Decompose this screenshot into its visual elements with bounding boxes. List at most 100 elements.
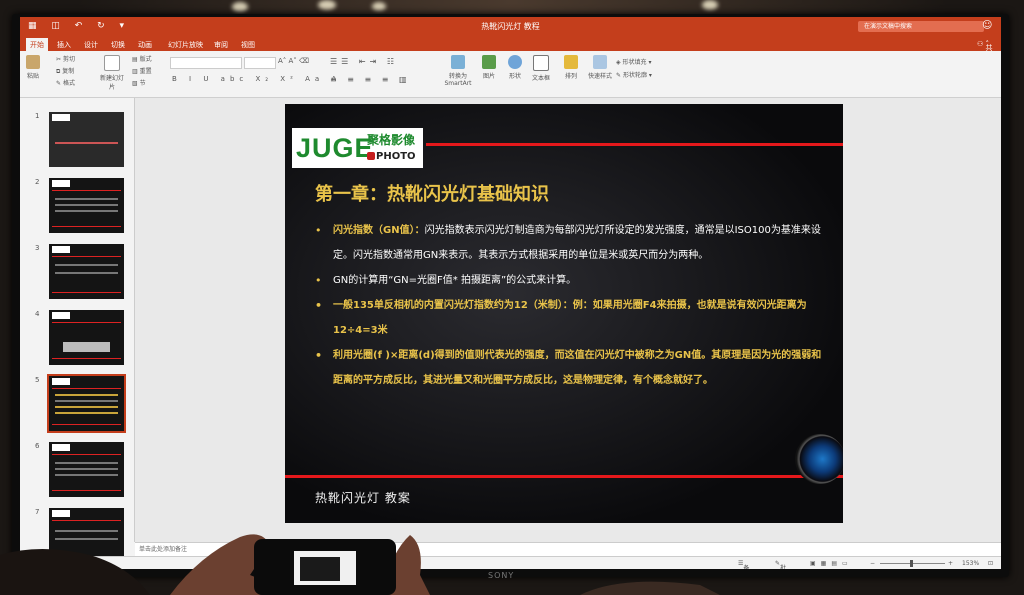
ceiling-light	[232, 2, 248, 12]
textbox-button[interactable]: 文本框	[532, 55, 550, 82]
arrange-label: 排列	[564, 73, 577, 80]
thumbnail-text	[55, 204, 118, 206]
phone-screen	[294, 551, 356, 585]
clipboard-icon	[26, 55, 40, 69]
logo-photo: PHOTO	[376, 151, 416, 162]
quick-styles-label: 快速样式	[588, 73, 613, 80]
shape-fill-label: 形状填充	[622, 59, 647, 66]
thumbnail-rule	[52, 190, 121, 191]
smartart-label: 转换为SmartArt	[444, 73, 472, 87]
thumbnail-number: 4	[35, 310, 40, 318]
search-input[interactable]: 在演示文稿中搜索	[858, 21, 984, 32]
thumbnail-text	[55, 412, 118, 414]
textbox-label: 文本框	[532, 75, 551, 82]
shape-button[interactable]: 形状	[508, 55, 522, 80]
bullet-built-in-flash: 一般135单反相机的内置闪光灯指数约为12（米制）：例：如果用光圈F4来拍摄，也…	[315, 293, 825, 343]
copy-button[interactable]: ⧉ 复制	[56, 68, 74, 75]
powerpoint-window: ▦ ◫ ↶ ↻ ▾ 热靴闪光灯 教程 在演示文稿中搜索 ☺ 开始 插入 设计 切…	[20, 17, 1001, 569]
shape-icon	[508, 55, 522, 69]
tab-insert[interactable]: 插入	[57, 40, 71, 50]
paragraph-buttons[interactable]: ☰☰ ⇤⇥ ☷	[330, 57, 398, 66]
align-buttons[interactable]: ≡ ≡ ≡ ≡ ▥	[330, 75, 411, 84]
slide-thumbnails-pane[interactable]: 1 2 3 4 5 6 7 8	[20, 98, 135, 563]
thumbnail-text	[55, 394, 118, 396]
title-bar: ▦ ◫ ↶ ↻ ▾ 热靴闪光灯 教程 在演示文稿中搜索 ☺	[20, 17, 1001, 37]
audience-shoulder	[580, 581, 720, 595]
layout-label: 版式	[139, 56, 152, 63]
thumbnail-rule	[52, 256, 121, 257]
thumbnail-rule	[52, 490, 121, 491]
shape-outline-button[interactable]: ✎ 形状轮廓 ▾	[616, 72, 652, 79]
quick-styles-button[interactable]: 快速样式	[588, 55, 612, 80]
tv-frame: ▦ ◫ ↶ ↻ ▾ 热靴闪光灯 教程 在演示文稿中搜索 ☺ 开始 插入 设计 切…	[12, 14, 1009, 577]
shape-fill-button[interactable]: ◈ 形状填充 ▾	[616, 59, 651, 66]
thumbnail-image	[63, 342, 110, 352]
slide-thumbnail[interactable]	[49, 244, 124, 299]
tab-review[interactable]: 审阅	[214, 40, 228, 50]
thumbnail-rule	[52, 226, 121, 227]
ribbon-home: 粘贴 ✂ 剪切 ⧉ 复制 ✎ 格式 新建幻灯片 ▤ 版式 ▥ 重置 ▧ 节 A˄…	[20, 51, 1001, 98]
bullet-gn-formula: GN的计算用“GN=光圈F值* 拍摄距离”的公式来计算。	[315, 268, 825, 293]
new-slide-button[interactable]: 新建幻灯片	[98, 55, 126, 91]
tab-design[interactable]: 设计	[84, 40, 98, 50]
thumbnail-text	[55, 400, 118, 402]
thumbnail-text	[55, 272, 118, 274]
paste-label: 粘贴	[26, 73, 39, 80]
camera-icon	[367, 152, 375, 160]
shape-format-group: ◈ 形状填充 ▾ ✎ 形状轮廓 ▾	[616, 56, 652, 82]
current-slide[interactable]: JUGE 聚格影像 PHOTO 第一章：热靴闪光灯基础知识 闪光指数（GN值）：…	[285, 104, 843, 523]
thumbnail-text	[55, 474, 118, 476]
thumbnail-rule	[52, 424, 121, 425]
slide-thumbnail[interactable]	[49, 112, 124, 167]
thumbnail-text	[55, 462, 118, 464]
thumbnail-rule	[52, 454, 121, 455]
thumbnail-text	[55, 142, 118, 144]
font-family-select[interactable]	[170, 57, 242, 69]
section-label: 节	[139, 80, 146, 87]
thumbnail-logo	[52, 246, 70, 253]
tab-view[interactable]: 视图	[241, 40, 255, 50]
font-style-buttons[interactable]: B I U abc X₂ X² Aa A	[172, 75, 341, 83]
slide-thumbnail[interactable]	[49, 310, 124, 365]
thumbnail-number: 3	[35, 244, 40, 252]
bullet-lead: 闪光指数（GN值）：	[333, 225, 425, 236]
thumbnail-text	[55, 468, 118, 470]
thumbnail-text	[55, 264, 118, 266]
thumbnail-text	[55, 210, 118, 212]
bullet-light-intensity: 利用光圈(f )×距离(d)得到的值则代表光的强度，而这值在闪光灯中被称之为GN…	[315, 343, 825, 393]
thumbnail-rule	[52, 388, 121, 389]
thumbnail-rule	[52, 322, 121, 323]
paste-button[interactable]: 粘贴	[26, 55, 40, 80]
phone-screen-slide	[300, 557, 340, 581]
tab-slideshow[interactable]: 幻灯片放映	[168, 40, 203, 50]
slide-thumbnail-selected[interactable]	[47, 374, 126, 433]
font-size-buttons[interactable]: A˄ A˅ ⌫	[278, 57, 309, 65]
cut-button[interactable]: ✂ 剪切	[56, 56, 75, 63]
arrange-button[interactable]: 排列	[564, 55, 578, 80]
thumbnail-number: 6	[35, 442, 40, 450]
section-button[interactable]: ▧ 节	[132, 80, 146, 87]
thumbnail-rule	[52, 358, 121, 359]
format-painter-button[interactable]: ✎ 格式	[56, 80, 75, 87]
tab-transitions[interactable]: 切换	[111, 40, 125, 50]
feedback-icon[interactable]: ☺	[982, 20, 992, 31]
picture-icon	[482, 55, 496, 69]
copy-label: 复制	[62, 68, 75, 75]
bullet-list: 闪光指数（GN值）：闪光指数表示闪光灯制造商为每部闪光灯所设定的发光强度，通常是…	[315, 218, 825, 393]
convert-smartart-button[interactable]: 转换为SmartArt	[440, 55, 476, 87]
smartart-icon	[451, 55, 465, 69]
reset-button[interactable]: ▥ 重置	[132, 68, 152, 75]
bullet-gn-definition: 闪光指数（GN值）：闪光指数表示闪光灯制造商为每部闪光灯所设定的发光强度，通常是…	[315, 218, 825, 268]
tab-animations[interactable]: 动画	[138, 40, 152, 50]
cut-label: 剪切	[62, 56, 75, 63]
new-slide-icon	[104, 55, 120, 71]
share-button[interactable]: ⚇ 共享 ˄	[977, 40, 993, 62]
slide-thumbnail[interactable]	[49, 178, 124, 233]
slide-footer: 热靴闪光灯 教案	[315, 491, 411, 505]
picture-button[interactable]: 图片	[482, 55, 496, 80]
font-size-select[interactable]	[244, 57, 276, 69]
layout-button[interactable]: ▤ 版式	[132, 56, 152, 63]
format-label: 格式	[62, 80, 75, 87]
slide-thumbnail[interactable]	[49, 442, 124, 497]
ceiling-light	[702, 0, 718, 10]
